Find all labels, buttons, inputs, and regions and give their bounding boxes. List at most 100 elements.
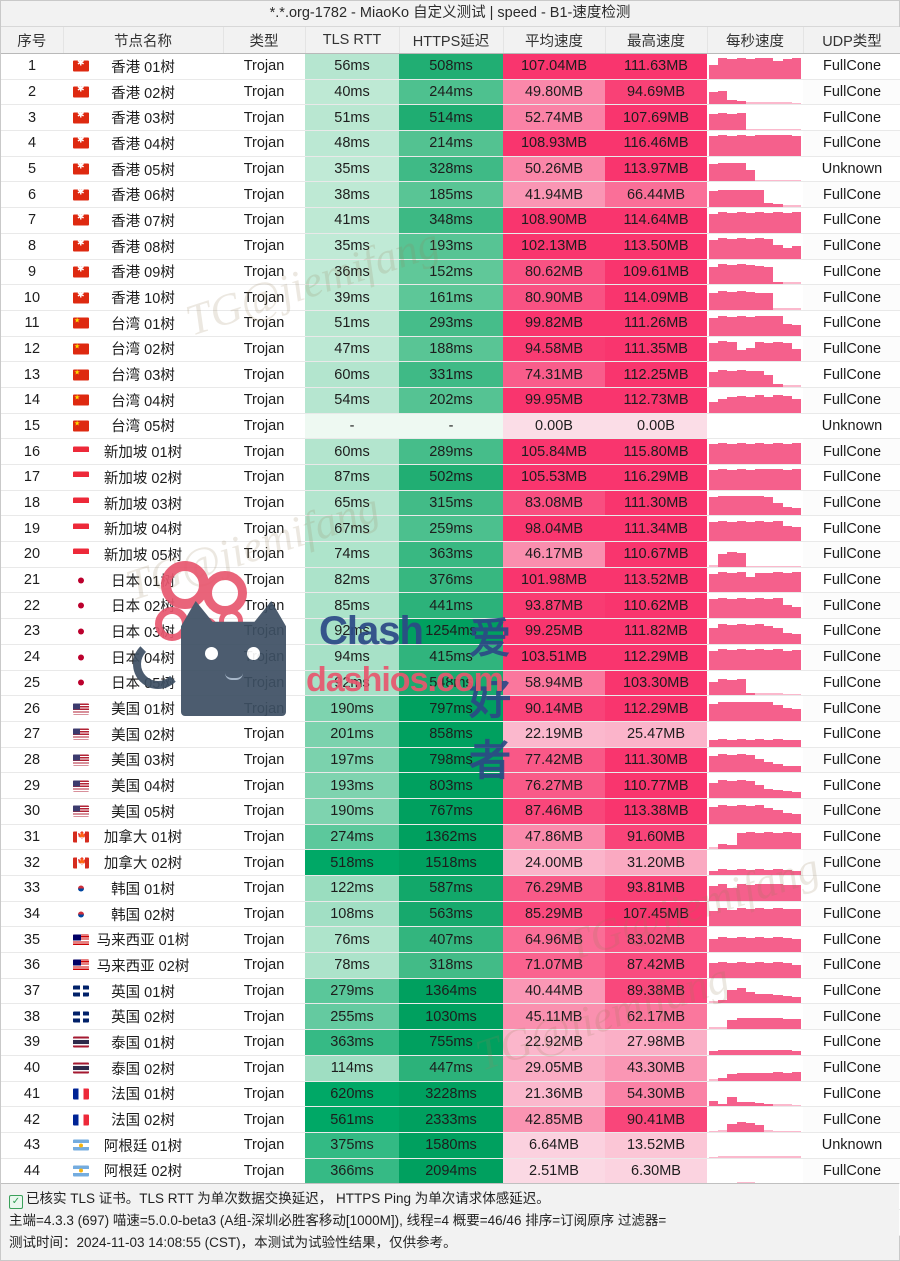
node-type: Trojan [223, 952, 305, 979]
table-row[interactable]: 20 新加坡 05树 Trojan 74ms 363ms 46.17MB 110.67MB F… [1, 541, 900, 568]
udp-type-cell: FullCone [803, 1106, 900, 1133]
avg-speed-cell: 83.08MB [503, 490, 605, 517]
table-row[interactable]: 31 加拿大 01树 Trojan274ms1362ms47.86MB91.60MB… [1, 824, 900, 851]
table-row[interactable]: 14 台湾 04树 Trojan54ms202ms99.95MB112.73MB Fu… [1, 387, 900, 414]
node-name-label: 新加坡 02树 [103, 470, 183, 487]
node-type: Trojan [223, 901, 305, 928]
table-row[interactable]: 19 新加坡 04树 Trojan 67ms 259ms 98.04MB 111.34MB F… [1, 515, 900, 543]
node-type: Trojan [223, 1081, 305, 1108]
udp-type-cell: FullCone [803, 567, 900, 594]
table-row[interactable]: 28 美国 03树 Trojan 197ms 798ms 77.42MB 111.30MB F… [1, 747, 900, 774]
max-speed-cell: 94.69MB [605, 79, 707, 106]
node-type: Trojan [223, 464, 305, 491]
table-row[interactable]: 39 泰国 01树 Trojan 363ms 755ms 22.92MB 27.98MB Fu… [1, 1029, 900, 1056]
max-speed-cell: 115.80MB [605, 438, 707, 465]
table-row[interactable]: 3 香港 03树 Trojan51ms514ms52.74MB107.69MB Ful… [1, 104, 900, 132]
node-type: Trojan [223, 233, 305, 260]
table-row[interactable]: 9 香港 09树 Trojan36ms152ms80.62MB109.61MB Ful… [1, 259, 900, 286]
table-row[interactable]: 5 香港 05树 Trojan35ms328ms50.26MB113.97MB Unk… [1, 156, 900, 183]
table-row[interactable]: 29 美国 04树 Trojan 193ms 803ms 76.27MB 110.77MB F… [1, 772, 900, 799]
column-header-index[interactable]: 序号 [1, 27, 64, 54]
column-header-per-sec-speed[interactable]: 每秒速度 [707, 27, 804, 54]
country-flag-icon [73, 163, 89, 175]
node-type: Trojan [223, 490, 305, 517]
table-row[interactable]: 32 加拿大 02树 Trojan518ms1518ms24.00MB31.20MB… [1, 849, 900, 876]
table-row[interactable]: 18 新加坡 03树 Trojan 65ms 315ms 83.08MB 111.30MB F… [1, 490, 900, 517]
max-speed-cell: 107.69MB [605, 104, 707, 132]
table-row[interactable]: 24 日本 04树 Trojan 94ms 415ms 103.51MB 112.29MB F… [1, 644, 900, 671]
table-row[interactable]: 2 香港 02树 Trojan40ms244ms49.80MB94.69MB Full… [1, 79, 900, 106]
per-second-speed-sparkline [707, 438, 803, 465]
country-flag-icon [73, 137, 89, 149]
table-row[interactable]: 40 泰国 02树 Trojan 114ms 447ms 29.05MB 43.30MB Fu… [1, 1055, 900, 1082]
table-row[interactable]: 34 韩国 02树 Trojan 108ms 563ms 85.29MB 107.45MB F… [1, 901, 900, 928]
table-row[interactable]: 33 韩国 01树 Trojan 122ms 587ms 76.29MB 93.81MB Fu… [1, 875, 900, 902]
table-row[interactable]: 37 英国 01树 Trojan 279ms 1364ms 40.44MB 89.38MB F… [1, 978, 900, 1005]
table-row[interactable]: 42 法国 02树 Trojan 561ms 2333ms 42.85MB 90.41MB F… [1, 1106, 900, 1133]
country-flag-icon [73, 985, 89, 997]
table-row[interactable]: 44 阿根廷 02树 Trojan 366ms 2094ms 2.51MB 6.30MB Fu… [1, 1158, 900, 1185]
table-row[interactable]: 13 台湾 03树 Trojan60ms331ms74.31MB112.25MB Fu… [1, 361, 900, 388]
per-second-speed-sparkline [707, 567, 803, 594]
column-header-udp-type[interactable]: UDP类型 [803, 27, 900, 54]
column-header-https-delay[interactable]: HTTPS延迟 [399, 27, 504, 54]
node-type: Trojan [223, 747, 305, 774]
row-index: 27 [1, 721, 63, 748]
table-row[interactable]: 7 香港 07树 Trojan41ms348ms108.90MB114.64MB Fu… [1, 207, 900, 234]
column-header-avg-speed[interactable]: 平均速度 [503, 27, 606, 54]
table-row[interactable]: 30 美国 05树 Trojan 190ms 767ms 87.46MB 113.38MB F… [1, 798, 900, 825]
row-index: 35 [1, 926, 63, 954]
table-row[interactable]: 12 台湾 02树 Trojan47ms188ms94.58MB111.35MB Fu… [1, 336, 900, 363]
udp-type-cell: FullCone [803, 695, 900, 722]
column-header-node-name[interactable]: 节点名称 [63, 27, 224, 54]
table-row[interactable]: 38 英国 02树 Trojan 255ms 1030ms 45.11MB 62.17MB F… [1, 1003, 900, 1031]
per-second-speed-sparkline [707, 875, 803, 902]
table-row[interactable]: 16 新加坡 01树 Trojan 60ms 289ms 105.84MB 115.80MB… [1, 438, 900, 465]
column-header-tls-rtt[interactable]: TLS RTT [305, 27, 400, 54]
node-type: Trojan [223, 1132, 305, 1159]
udp-type-cell: FullCone [803, 233, 900, 260]
node-name-label: 法国 01树 [111, 1087, 175, 1104]
table-row[interactable]: 10 香港 10树 Trojan39ms161ms80.90MB114.09MB Fu… [1, 284, 900, 311]
table-row[interactable]: 27 美国 02树 Trojan 201ms 858ms 22.19MB 25.47MB Fu… [1, 721, 900, 748]
tls-rtt-cell: - [305, 413, 399, 440]
per-second-speed-sparkline [707, 849, 803, 876]
table-row[interactable]: 25 日本 05树 Trojan 92ms 548ms 58.94MB 103.30MB Fu… [1, 670, 900, 697]
row-index: 24 [1, 644, 63, 671]
table-row[interactable]: 8 香港 08树 Trojan35ms193ms102.13MB113.50MB Fu… [1, 233, 900, 260]
table-row[interactable]: 43 阿根廷 01树 Trojan 375ms 1580ms 6.64MB 13.52MB U… [1, 1132, 900, 1159]
per-second-speed-sparkline [707, 721, 803, 748]
table-row[interactable]: 22 日本 02树 Trojan 85ms 441ms 93.87MB 110.62MB Fu… [1, 592, 900, 620]
avg-speed-cell: 58.94MB [503, 670, 605, 697]
table-row[interactable]: 4 香港 04树 Trojan48ms214ms108.93MB116.46MB Fu… [1, 130, 900, 157]
max-speed-cell: 87.42MB [605, 952, 707, 979]
udp-type-cell: Unknown [803, 156, 900, 183]
udp-type-cell: FullCone [803, 438, 900, 465]
table-row[interactable]: 21 日本 01树 Trojan 82ms 376ms 101.98MB 113.52MB F… [1, 567, 900, 594]
row-index: 41 [1, 1081, 63, 1108]
table-row[interactable]: 17 新加坡 02树 Trojan 87ms 502ms 105.53MB 116.29MB… [1, 464, 900, 491]
row-index: 18 [1, 490, 63, 517]
table-row[interactable]: 26 美国 01树 Trojan 190ms 797ms 90.14MB 112.29MB F… [1, 695, 900, 722]
table-row[interactable]: 1 香港 01树 Trojan56ms508ms107.04MB111.63MB Fu… [1, 53, 900, 80]
column-header-type[interactable]: 类型 [223, 27, 306, 54]
table-row[interactable]: 15台湾 05树Trojan--0.00B0.00BUnknown [1, 413, 900, 440]
table-row[interactable]: 35 马来西亚 01树 Trojan 76ms 407ms 64.96MB 83.02MB F… [1, 926, 900, 954]
max-speed-cell: 114.09MB [605, 284, 707, 311]
per-second-speed-sparkline [707, 130, 803, 157]
https-delay-cell: 202ms [399, 387, 503, 414]
node-name-cell: 马来西亚 02树 [63, 952, 223, 979]
https-delay-cell: 363ms [399, 541, 503, 568]
tls-rtt-cell: 366ms [305, 1158, 399, 1185]
max-speed-cell: 113.97MB [605, 156, 707, 183]
udp-type-cell: FullCone [803, 541, 900, 568]
table-row[interactable]: 11 台湾 01树 Trojan51ms293ms99.82MB111.26MB Fu… [1, 310, 900, 337]
table-row[interactable]: 6 香港 06树 Trojan38ms185ms41.94MB66.44MB Full… [1, 181, 900, 209]
table-row[interactable]: 36 马来西亚 02树 Trojan 78ms 318ms 71.07MB 87.42MB F… [1, 952, 900, 979]
column-header-max-speed[interactable]: 最高速度 [605, 27, 708, 54]
tls-rtt-cell: 193ms [305, 772, 399, 799]
table-row[interactable]: 41 法国 01树 Trojan 620ms 3228ms 21.36MB 54.30MB F… [1, 1081, 900, 1108]
per-second-speed-sparkline [707, 670, 803, 697]
table-row[interactable]: 23 日本 03树 Trojan 92ms 1254ms 99.25MB 111.82MB F… [1, 618, 900, 645]
node-name-label: 加拿大 01树 [103, 830, 183, 847]
